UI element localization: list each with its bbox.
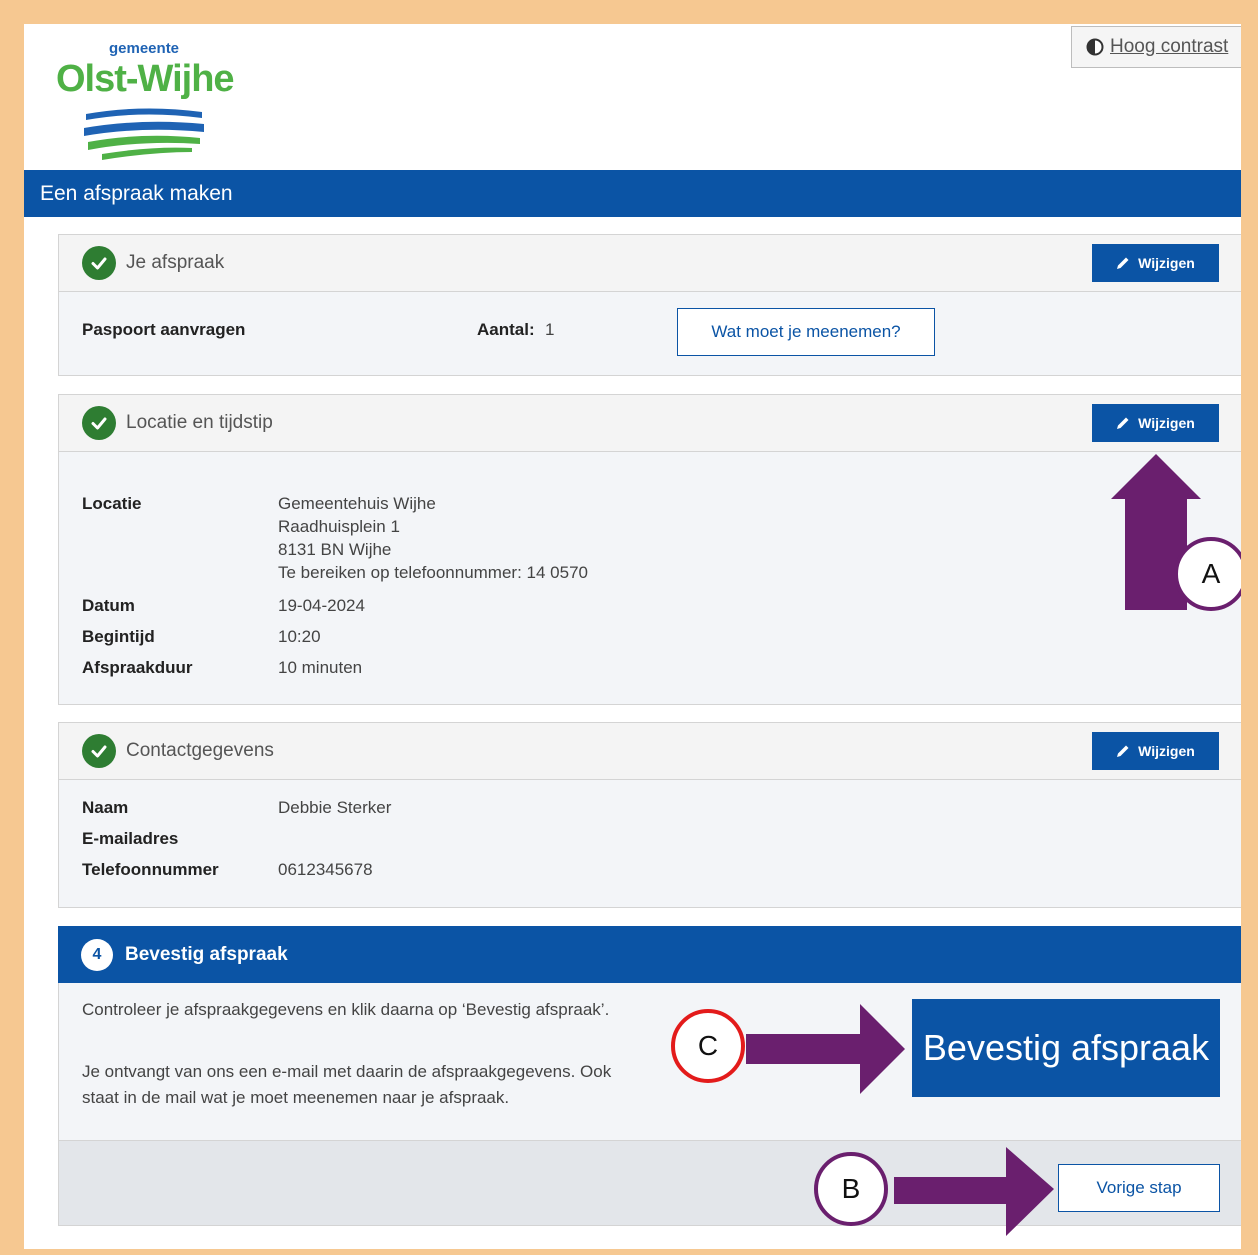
confirm-section-header: 4 Bevestig afspraak (58, 926, 1241, 983)
page-frame: gemeente Olst-Wijhe Hoog contrast Een af… (24, 24, 1241, 1249)
marker-a: A (1174, 537, 1241, 611)
count-label: Aantal: (477, 320, 535, 339)
pencil-icon (1117, 417, 1129, 429)
edit-contact-button[interactable]: Wijzigen (1092, 732, 1219, 770)
location-line: Te bereiken op telefoonnummer: 14 0570 (278, 563, 588, 582)
edit-location-label: Wijzigen (1138, 415, 1195, 431)
name-value: Debbie Sterker (278, 798, 392, 817)
location-label: Locatie (82, 494, 142, 513)
municipality-logo[interactable]: gemeente Olst-Wijhe (54, 36, 244, 166)
edit-location-button[interactable]: Wijzigen (1092, 404, 1219, 442)
duration-label: Afspraakduur (82, 658, 193, 677)
contact-card-header: Contactgegevens Wijzigen (59, 723, 1241, 780)
check-icon (82, 734, 116, 768)
confirm-appointment-button[interactable]: Bevestig afspraak (912, 999, 1220, 1097)
previous-step-button[interactable]: Vorige stap (1058, 1164, 1220, 1212)
logo-big-text: Olst-Wijhe (56, 58, 235, 100)
marker-c: C (671, 1009, 745, 1083)
logo-small-text: gemeente (109, 40, 180, 57)
high-contrast-button[interactable]: Hoog contrast (1071, 26, 1241, 68)
page-title-bar: Een afspraak maken (24, 170, 1241, 217)
confirm-instruction-text: Controleer je afspraakgegevens en klik d… (82, 1000, 610, 1019)
edit-appointment-label: Wijzigen (1138, 255, 1195, 271)
email-label: E-mailadres (82, 829, 179, 848)
what-to-bring-button[interactable]: Wat moet je meenemen? (677, 308, 935, 356)
edit-contact-label: Wijzigen (1138, 743, 1195, 759)
high-contrast-label: Hoog contrast (1110, 36, 1229, 57)
step-number-badge: 4 (81, 938, 113, 971)
contact-card: Contactgegevens Wijzigen Naam Debbie Ste… (58, 722, 1241, 908)
pencil-icon (1117, 745, 1129, 757)
location-card-title: Locatie en tijdstip (126, 412, 273, 433)
name-label: Naam (82, 798, 129, 817)
location-line: Raadhuisplein 1 (278, 517, 400, 536)
check-icon (82, 406, 116, 440)
pencil-icon (1117, 257, 1129, 269)
duration-value: 10 minuten (278, 658, 363, 677)
date-value: 19-04-2024 (278, 596, 365, 615)
contrast-icon (1086, 38, 1104, 56)
appointment-card-title: Je afspraak (126, 252, 225, 273)
location-line: Gemeentehuis Wijhe (278, 494, 436, 513)
appointment-card: Je afspraak Wijzigen Paspoort aanvragen … (58, 234, 1241, 376)
page-title: Een afspraak maken (40, 181, 233, 205)
location-card-header: Locatie en tijdstip Wijzigen (59, 395, 1241, 452)
logo-waves-icon (84, 108, 204, 160)
phone-label: Telefoonnummer (82, 860, 219, 879)
confirm-section-title: Bevestig afspraak (125, 943, 288, 965)
product-name: Paspoort aanvragen (82, 320, 246, 339)
start-time-value: 10:20 (278, 627, 321, 646)
contact-card-title: Contactgegevens (126, 740, 274, 761)
phone-value: 0612345678 (278, 860, 373, 879)
location-card: Locatie en tijdstip Wijzigen Locatie Gem… (58, 394, 1241, 705)
check-icon (82, 246, 116, 280)
marker-b: B (814, 1152, 888, 1226)
confirm-email-text: Je ontvangt van ons een e-mail met daari… (82, 1062, 612, 1107)
appointment-card-header: Je afspraak Wijzigen (59, 235, 1241, 292)
location-line: 8131 BN Wijhe (278, 540, 392, 559)
count-value: 1 (545, 320, 555, 339)
edit-appointment-button[interactable]: Wijzigen (1092, 244, 1219, 282)
date-label: Datum (82, 596, 135, 615)
start-time-label: Begintijd (82, 627, 155, 646)
